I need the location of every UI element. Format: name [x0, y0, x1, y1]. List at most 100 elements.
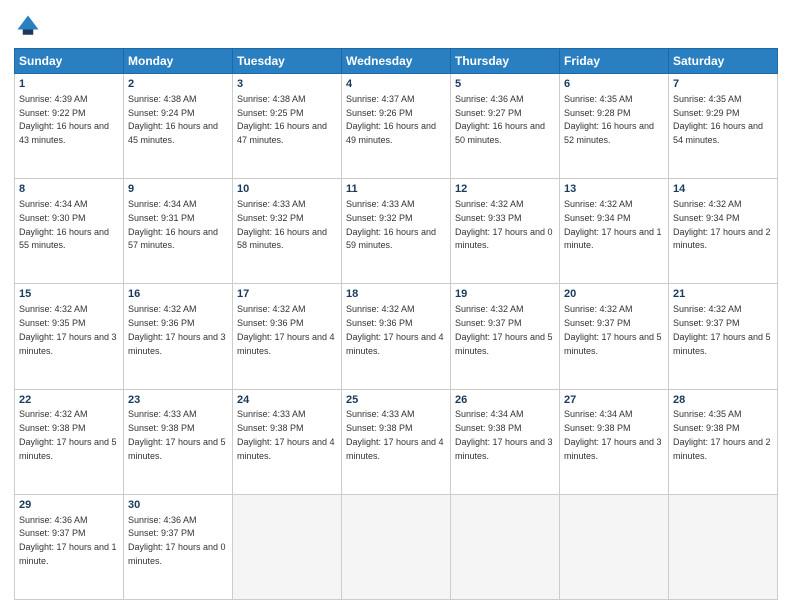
calendar-cell: 11 Sunrise: 4:33 AM Sunset: 9:32 PM Dayli… — [342, 179, 451, 284]
day-number: 27 — [564, 393, 664, 408]
logo — [14, 12, 46, 40]
calendar-week-2: 8Sunrise: 4:34 AM Sunset: 9:30 PM Daylig… — [15, 179, 778, 284]
header — [14, 12, 778, 40]
day-number: 16 — [128, 287, 228, 302]
calendar-cell: 14 Sunrise: 4:32 AM Sunset: 9:34 PM Dayli… — [669, 179, 778, 284]
cell-info: Sunrise: 4:33 AM Sunset: 9:32 PM Dayligh… — [346, 199, 436, 250]
calendar-cell: 1Sunrise: 4:39 AM Sunset: 9:22 PM Daylig… — [15, 74, 124, 179]
calendar-cell: 15Sunrise: 4:32 AM Sunset: 9:35 PM Dayli… — [15, 284, 124, 389]
calendar-cell: 27Sunrise: 4:34 AM Sunset: 9:38 PM Dayli… — [560, 389, 669, 494]
day-number: 18 — [346, 287, 446, 302]
day-number: 7 — [673, 77, 773, 92]
day-number: 9 — [128, 182, 228, 197]
calendar-cell — [560, 494, 669, 599]
day-number: 6 — [564, 77, 664, 92]
calendar-cell: 21Sunrise: 4:32 AM Sunset: 9:37 PM Dayli… — [669, 284, 778, 389]
cell-info: Sunrise: 4:33 AM Sunset: 9:38 PM Dayligh… — [346, 409, 444, 460]
weekday-header-friday: Friday — [560, 49, 669, 74]
calendar-body: 1Sunrise: 4:39 AM Sunset: 9:22 PM Daylig… — [15, 74, 778, 600]
day-number: 12 — [455, 182, 555, 197]
calendar-header-row: SundayMondayTuesdayWednesdayThursdayFrid… — [15, 49, 778, 74]
cell-info: Sunrise: 4:32 AM Sunset: 9:34 PM Dayligh… — [673, 199, 771, 250]
calendar-cell — [342, 494, 451, 599]
day-number: 10 — [237, 182, 337, 197]
day-number: 4 — [346, 77, 446, 92]
calendar-cell: 28Sunrise: 4:35 AM Sunset: 9:38 PM Dayli… — [669, 389, 778, 494]
page: SundayMondayTuesdayWednesdayThursdayFrid… — [0, 0, 792, 612]
calendar-table: SundayMondayTuesdayWednesdayThursdayFrid… — [14, 48, 778, 600]
cell-info: Sunrise: 4:32 AM Sunset: 9:36 PM Dayligh… — [346, 304, 444, 355]
day-number: 3 — [237, 77, 337, 92]
cell-info: Sunrise: 4:32 AM Sunset: 9:37 PM Dayligh… — [564, 304, 662, 355]
calendar-cell — [669, 494, 778, 599]
day-number: 17 — [237, 287, 337, 302]
cell-info: Sunrise: 4:32 AM Sunset: 9:36 PM Dayligh… — [128, 304, 226, 355]
calendar-week-1: 1Sunrise: 4:39 AM Sunset: 9:22 PM Daylig… — [15, 74, 778, 179]
weekday-header-monday: Monday — [124, 49, 233, 74]
day-number: 30 — [128, 498, 228, 513]
cell-info: Sunrise: 4:38 AM Sunset: 9:25 PM Dayligh… — [237, 94, 327, 145]
day-number: 19 — [455, 287, 555, 302]
cell-info: Sunrise: 4:32 AM Sunset: 9:36 PM Dayligh… — [237, 304, 335, 355]
cell-info: Sunrise: 4:38 AM Sunset: 9:24 PM Dayligh… — [128, 94, 218, 145]
cell-info: Sunrise: 4:37 AM Sunset: 9:26 PM Dayligh… — [346, 94, 436, 145]
calendar-week-5: 29Sunrise: 4:36 AM Sunset: 9:37 PM Dayli… — [15, 494, 778, 599]
day-number: 13 — [564, 182, 664, 197]
day-number: 2 — [128, 77, 228, 92]
cell-info: Sunrise: 4:32 AM Sunset: 9:37 PM Dayligh… — [673, 304, 771, 355]
calendar-cell: 7 Sunrise: 4:35 AM Sunset: 9:29 PM Daylig… — [669, 74, 778, 179]
cell-info: Sunrise: 4:32 AM Sunset: 9:38 PM Dayligh… — [19, 409, 117, 460]
cell-info: Sunrise: 4:36 AM Sunset: 9:27 PM Dayligh… — [455, 94, 545, 145]
day-number: 11 — [346, 182, 446, 197]
day-number: 28 — [673, 393, 773, 408]
cell-info: Sunrise: 4:34 AM Sunset: 9:38 PM Dayligh… — [564, 409, 662, 460]
cell-info: Sunrise: 4:32 AM Sunset: 9:34 PM Dayligh… — [564, 199, 662, 250]
day-number: 15 — [19, 287, 119, 302]
calendar-cell: 18 Sunrise: 4:32 AM Sunset: 9:36 PM Dayli… — [342, 284, 451, 389]
day-number: 23 — [128, 393, 228, 408]
day-number: 5 — [455, 77, 555, 92]
weekday-header-thursday: Thursday — [451, 49, 560, 74]
calendar-cell: 10 Sunrise: 4:33 AM Sunset: 9:32 PM Dayli… — [233, 179, 342, 284]
cell-info: Sunrise: 4:33 AM Sunset: 9:32 PM Dayligh… — [237, 199, 327, 250]
weekday-header-tuesday: Tuesday — [233, 49, 342, 74]
calendar-cell: 25Sunrise: 4:33 AM Sunset: 9:38 PM Dayli… — [342, 389, 451, 494]
calendar-cell: 6Sunrise: 4:35 AM Sunset: 9:28 PM Daylig… — [560, 74, 669, 179]
logo-icon — [14, 12, 42, 40]
cell-info: Sunrise: 4:33 AM Sunset: 9:38 PM Dayligh… — [237, 409, 335, 460]
calendar-cell: 9 Sunrise: 4:34 AM Sunset: 9:31 PM Daylig… — [124, 179, 233, 284]
calendar-cell: 16 Sunrise: 4:32 AM Sunset: 9:36 PM Dayli… — [124, 284, 233, 389]
calendar-cell: 29Sunrise: 4:36 AM Sunset: 9:37 PM Dayli… — [15, 494, 124, 599]
cell-info: Sunrise: 4:36 AM Sunset: 9:37 PM Dayligh… — [128, 515, 226, 566]
calendar-cell: 17 Sunrise: 4:32 AM Sunset: 9:36 PM Dayli… — [233, 284, 342, 389]
calendar-week-4: 22Sunrise: 4:32 AM Sunset: 9:38 PM Dayli… — [15, 389, 778, 494]
calendar-cell — [451, 494, 560, 599]
cell-info: Sunrise: 4:32 AM Sunset: 9:37 PM Dayligh… — [455, 304, 553, 355]
weekday-header-saturday: Saturday — [669, 49, 778, 74]
calendar-cell: 8Sunrise: 4:34 AM Sunset: 9:30 PM Daylig… — [15, 179, 124, 284]
calendar-cell: 20 Sunrise: 4:32 AM Sunset: 9:37 PM Dayli… — [560, 284, 669, 389]
cell-info: Sunrise: 4:35 AM Sunset: 9:38 PM Dayligh… — [673, 409, 771, 460]
calendar-cell: 4 Sunrise: 4:37 AM Sunset: 9:26 PM Daylig… — [342, 74, 451, 179]
calendar-cell: 3 Sunrise: 4:38 AM Sunset: 9:25 PM Daylig… — [233, 74, 342, 179]
day-number: 24 — [237, 393, 337, 408]
weekday-header-wednesday: Wednesday — [342, 49, 451, 74]
day-number: 20 — [564, 287, 664, 302]
cell-info: Sunrise: 4:34 AM Sunset: 9:31 PM Dayligh… — [128, 199, 218, 250]
weekday-header-sunday: Sunday — [15, 49, 124, 74]
calendar-cell: 26Sunrise: 4:34 AM Sunset: 9:38 PM Dayli… — [451, 389, 560, 494]
calendar-cell: 2 Sunrise: 4:38 AM Sunset: 9:24 PM Daylig… — [124, 74, 233, 179]
calendar-cell — [233, 494, 342, 599]
cell-info: Sunrise: 4:35 AM Sunset: 9:29 PM Dayligh… — [673, 94, 763, 145]
calendar-cell: 12Sunrise: 4:32 AM Sunset: 9:33 PM Dayli… — [451, 179, 560, 284]
calendar-cell: 13 Sunrise: 4:32 AM Sunset: 9:34 PM Dayli… — [560, 179, 669, 284]
calendar-week-3: 15Sunrise: 4:32 AM Sunset: 9:35 PM Dayli… — [15, 284, 778, 389]
calendar-cell: 24Sunrise: 4:33 AM Sunset: 9:38 PM Dayli… — [233, 389, 342, 494]
calendar-cell: 19 Sunrise: 4:32 AM Sunset: 9:37 PM Dayli… — [451, 284, 560, 389]
calendar-cell: 22Sunrise: 4:32 AM Sunset: 9:38 PM Dayli… — [15, 389, 124, 494]
day-number: 22 — [19, 393, 119, 408]
day-number: 1 — [19, 77, 119, 92]
day-number: 14 — [673, 182, 773, 197]
calendar-cell: 5 Sunrise: 4:36 AM Sunset: 9:27 PM Daylig… — [451, 74, 560, 179]
calendar-cell: 30 Sunrise: 4:36 AM Sunset: 9:37 PM Dayli… — [124, 494, 233, 599]
